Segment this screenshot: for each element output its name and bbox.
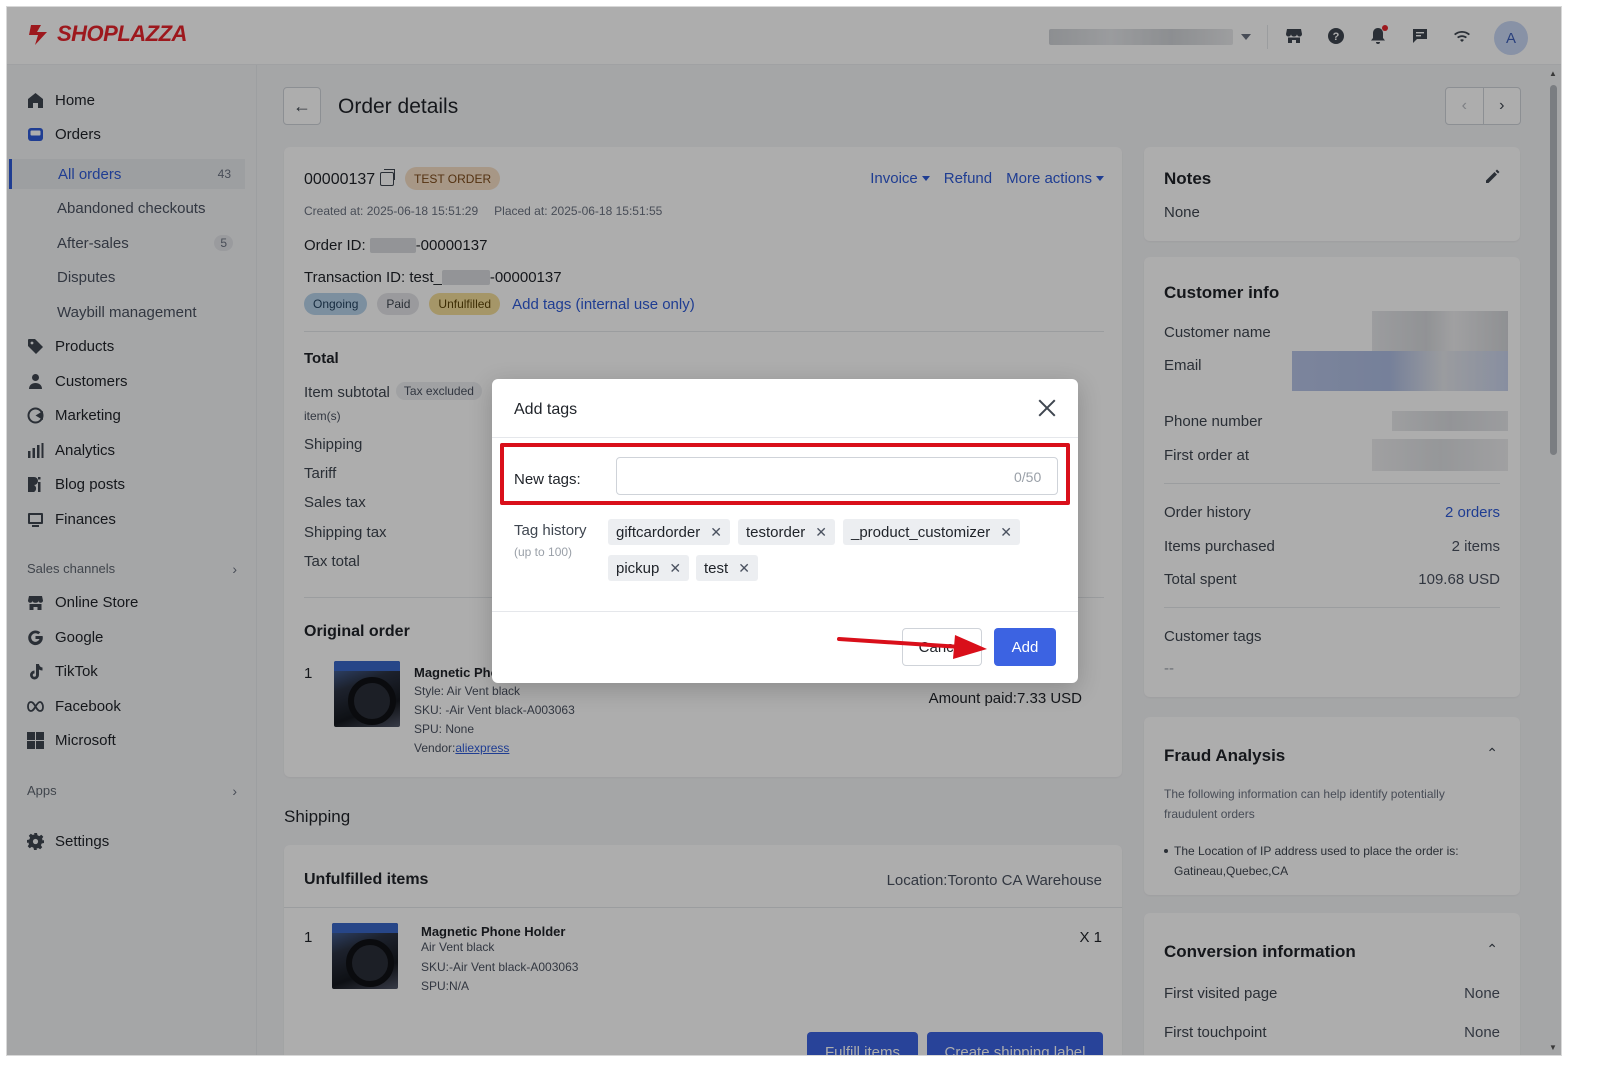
tag-history-label: Tag history: [514, 522, 587, 539]
remove-tag-icon[interactable]: ✕: [710, 524, 722, 541]
remove-tag-icon[interactable]: ✕: [669, 560, 681, 577]
remove-tag-icon[interactable]: ✕: [738, 560, 750, 577]
tag-label: _product_customizer: [851, 523, 991, 541]
cancel-button[interactable]: Cancel: [902, 628, 982, 666]
new-tags-label: New tags:: [514, 471, 581, 488]
dialog-title: Add tags: [514, 401, 578, 418]
remove-tag-icon[interactable]: ✕: [1000, 524, 1012, 541]
history-tag[interactable]: test ✕: [696, 555, 758, 581]
tag-label: giftcardorder: [616, 523, 701, 541]
add-button[interactable]: Add: [994, 628, 1056, 666]
close-icon[interactable]: [1036, 397, 1058, 419]
divider: [492, 437, 1078, 438]
tag-label: testorder: [746, 523, 806, 541]
new-tags-input[interactable]: [616, 457, 1058, 495]
app-window: SHOPLAZZA ? A Home Orders All orders 43 …: [6, 6, 1562, 1056]
history-tag[interactable]: _product_customizer ✕: [843, 519, 1020, 545]
character-counter: 0/50: [1014, 469, 1042, 485]
tag-history-limit: (up to 100): [514, 545, 573, 559]
tag-label: test: [704, 559, 729, 577]
divider: [492, 611, 1078, 612]
history-tag[interactable]: testorder ✕: [738, 519, 835, 545]
history-tag[interactable]: pickup ✕: [608, 555, 690, 581]
add-tags-dialog: Add tags New tags: 0/50 Tag history (up …: [492, 379, 1078, 683]
history-tag[interactable]: giftcardorder ✕: [608, 519, 730, 545]
tag-label: pickup: [616, 559, 660, 577]
remove-tag-icon[interactable]: ✕: [815, 524, 827, 541]
